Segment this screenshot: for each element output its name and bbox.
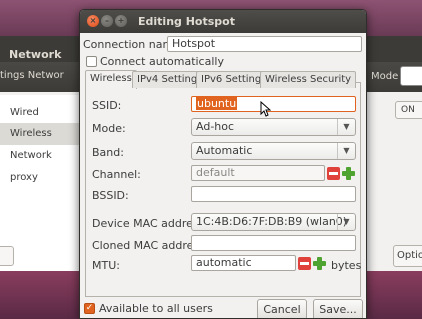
network-tabs-text[interactable]: tings Networ: [0, 70, 64, 81]
chevron-down-icon: ▼: [337, 119, 355, 135]
mode-selector[interactable]: [400, 66, 422, 86]
tab-wireless[interactable]: Wireless: [85, 70, 137, 89]
available-to-all-users-checkbox[interactable]: ✓: [84, 303, 95, 314]
band-label: Band:: [92, 146, 124, 159]
dialog-title: Editing Hotspot: [138, 15, 235, 28]
chevron-down-icon: ▼: [337, 143, 355, 159]
mtu-unit-label: bytes: [331, 259, 362, 272]
bssid-field[interactable]: [191, 186, 356, 202]
mode-field-label: Mode:: [92, 122, 126, 135]
mouse-pointer-icon: [260, 101, 271, 117]
channel-label: Channel:: [92, 168, 141, 181]
network-sidebar: Wired Wireless Network proxy: [0, 95, 82, 271]
sidebar-item-wireless[interactable]: Wireless: [0, 123, 82, 145]
network-window-title: Network: [9, 48, 62, 61]
editing-hotspot-dialog: × – + Editing Hotspot Connection name: H…: [79, 9, 367, 319]
device-mac-value: 1C:4B:D6:7F:DB:B9 (wlan0): [196, 215, 348, 228]
channel-field[interactable]: default: [191, 165, 325, 181]
connection-name-field[interactable]: Hotspot: [167, 36, 362, 52]
available-to-all-users-label[interactable]: Available to all users: [99, 302, 213, 315]
mode-combo-value: Ad-hoc: [196, 120, 235, 133]
channel-increase-icon[interactable]: [342, 167, 355, 180]
save-button[interactable]: Save...: [313, 299, 363, 318]
tab-wireless-security[interactable]: Wireless Security: [260, 71, 357, 88]
bssid-label: BSSID:: [92, 189, 129, 202]
mtu-label: MTU:: [92, 259, 120, 272]
mode-label: Mode: [371, 71, 399, 82]
mode-combo[interactable]: Ad-hoc ▼: [191, 118, 356, 136]
band-combo-value: Automatic: [196, 144, 253, 157]
ssid-field[interactable]: ubuntu: [191, 96, 356, 112]
close-icon[interactable]: ×: [87, 15, 99, 27]
mtu-field[interactable]: automatic: [191, 255, 296, 271]
options-button[interactable]: Option: [393, 245, 422, 267]
mtu-increase-icon[interactable]: [313, 257, 326, 270]
ssid-selected-text: ubuntu: [196, 97, 238, 110]
cancel-button[interactable]: Cancel: [257, 299, 307, 318]
sidebar-action-button[interactable]: [0, 246, 14, 266]
connect-automatically-label[interactable]: Connect automatically: [100, 55, 224, 68]
sidebar-item-wired[interactable]: Wired: [0, 102, 82, 124]
band-combo[interactable]: Automatic ▼: [191, 142, 356, 160]
device-mac-combo[interactable]: 1C:4B:D6:7F:DB:B9 (wlan0) ▼: [191, 213, 356, 231]
ssid-label: SSID:: [92, 99, 122, 112]
connect-automatically-checkbox[interactable]: [86, 56, 97, 67]
sidebar-item-network-proxy[interactable]: Network proxy: [0, 145, 82, 183]
chevron-down-icon: ▼: [337, 214, 355, 230]
channel-decrease-icon[interactable]: [327, 167, 340, 180]
maximize-icon[interactable]: +: [115, 15, 127, 27]
wireless-on-toggle[interactable]: ON: [395, 101, 422, 119]
cloned-mac-field[interactable]: [191, 235, 356, 251]
minimize-icon[interactable]: –: [101, 15, 113, 27]
mtu-decrease-icon[interactable]: [298, 257, 311, 270]
